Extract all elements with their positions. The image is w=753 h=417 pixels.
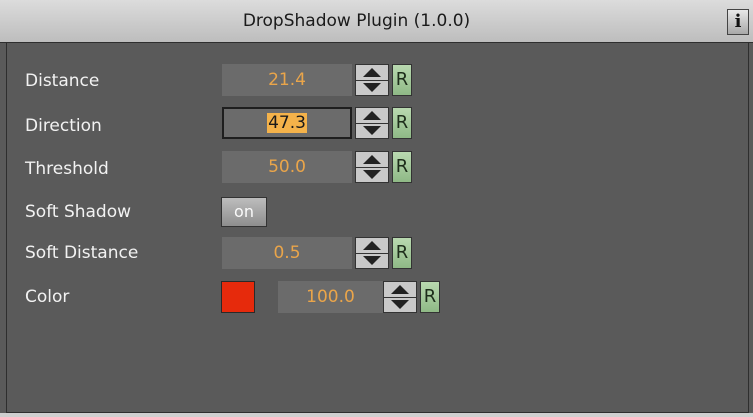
color-swatch[interactable] (221, 281, 255, 313)
soft-distance-field[interactable]: 0.5 (222, 237, 352, 269)
distance-reset-button[interactable]: R (392, 64, 412, 96)
arrow-down-icon[interactable] (356, 167, 388, 182)
threshold-reset-button[interactable]: R (392, 151, 412, 183)
color-reset-button[interactable]: R (420, 281, 440, 313)
threshold-label: Threshold (25, 159, 109, 179)
soft-shadow-toggle[interactable]: on (221, 197, 267, 227)
threshold-field[interactable]: 50.0 (222, 151, 352, 183)
arrow-up-icon[interactable] (384, 282, 416, 298)
direction-value: 47.3 (267, 113, 307, 133)
distance-label: Distance (25, 71, 100, 91)
soft-distance-reset-button[interactable]: R (392, 237, 412, 269)
info-icon[interactable]: i (727, 9, 749, 35)
color-label: Color (25, 287, 70, 307)
plugin-titlebar: DropShadow Plugin (1.0.0) i (0, 0, 753, 43)
direction-field[interactable]: 47.3 (222, 107, 352, 139)
arrow-up-icon[interactable] (356, 65, 388, 81)
soft-distance-label: Soft Distance (25, 243, 139, 263)
threshold-spinner[interactable] (355, 151, 389, 183)
arrow-up-icon[interactable] (356, 108, 388, 124)
direction-label: Direction (25, 116, 102, 136)
direction-spinner[interactable] (355, 107, 389, 139)
plugin-panel: DropShadow Plugin (1.0.0) i Distance 21.… (0, 0, 753, 417)
plugin-body (6, 43, 749, 413)
direction-reset-button[interactable]: R (392, 107, 412, 139)
arrow-down-icon[interactable] (356, 80, 388, 95)
arrow-down-icon[interactable] (356, 253, 388, 268)
color-alpha-spinner[interactable] (383, 281, 417, 313)
arrow-down-icon[interactable] (384, 297, 416, 312)
bottom-edge (0, 413, 753, 417)
soft-shadow-label: Soft Shadow (25, 202, 132, 222)
soft-distance-spinner[interactable] (355, 237, 389, 269)
color-alpha-field[interactable]: 100.0 (278, 281, 383, 313)
arrow-down-icon[interactable] (356, 123, 388, 138)
plugin-title: DropShadow Plugin (1.0.0) (242, 11, 471, 31)
arrow-up-icon[interactable] (356, 152, 388, 168)
arrow-up-icon[interactable] (356, 238, 388, 254)
distance-field[interactable]: 21.4 (222, 64, 352, 96)
distance-spinner[interactable] (355, 64, 389, 96)
